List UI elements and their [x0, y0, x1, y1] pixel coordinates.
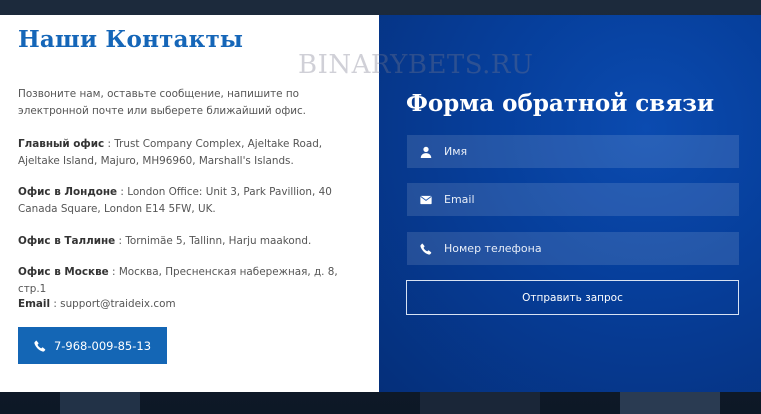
- london-office-label: Офис в Лондоне: [18, 186, 118, 198]
- moscow-office: Офис в Москве : Москва, Пресненская набе…: [18, 264, 363, 298]
- submit-button[interactable]: Отправить запрос: [406, 280, 739, 315]
- phone-number: 7-968-009-85-13: [53, 338, 152, 353]
- background-building: [60, 392, 140, 414]
- phone-field[interactable]: [407, 232, 739, 265]
- form-title: Форма обратной связи: [406, 90, 715, 117]
- email-input[interactable]: [444, 193, 724, 206]
- email-address[interactable]: : support@traideix.com: [50, 298, 175, 310]
- contacts-intro: Позвоните нам, оставьте сообщение, напиш…: [18, 88, 306, 117]
- tallinn-office: Офис в Таллине : Tornimäe 5, Tallinn, Ha…: [18, 233, 363, 250]
- name-field[interactable]: [407, 135, 739, 168]
- name-input[interactable]: [444, 145, 724, 158]
- phone-icon: [34, 340, 46, 352]
- moscow-office-label: Офис в Москве: [18, 266, 109, 278]
- main-office: Главный офис : Trust Company Complex, Aj…: [18, 136, 363, 170]
- main-office-label: Главный офис: [18, 138, 105, 150]
- watermark: BINARYBETS.RU: [298, 50, 534, 80]
- phone-button[interactable]: 7-968-009-85-13: [18, 327, 167, 364]
- email-field[interactable]: [407, 183, 739, 216]
- contacts-title: Наши Контакты: [18, 26, 244, 53]
- tallinn-office-address: : Tornimäe 5, Tallinn, Harju maakond.: [115, 235, 312, 247]
- user-icon: [420, 146, 432, 158]
- tallinn-office-label: Офис в Таллине: [18, 235, 116, 247]
- phone-input[interactable]: [444, 242, 724, 255]
- envelope-icon: [420, 195, 432, 204]
- phone-icon: [420, 243, 432, 255]
- london-office: Офис в Лондоне : London Office: Unit 3, …: [18, 184, 363, 218]
- background-building: [620, 392, 720, 414]
- background-building: [420, 392, 540, 414]
- email-label: Email: [18, 298, 51, 310]
- email-contact: Email : support@traideix.com: [18, 296, 363, 313]
